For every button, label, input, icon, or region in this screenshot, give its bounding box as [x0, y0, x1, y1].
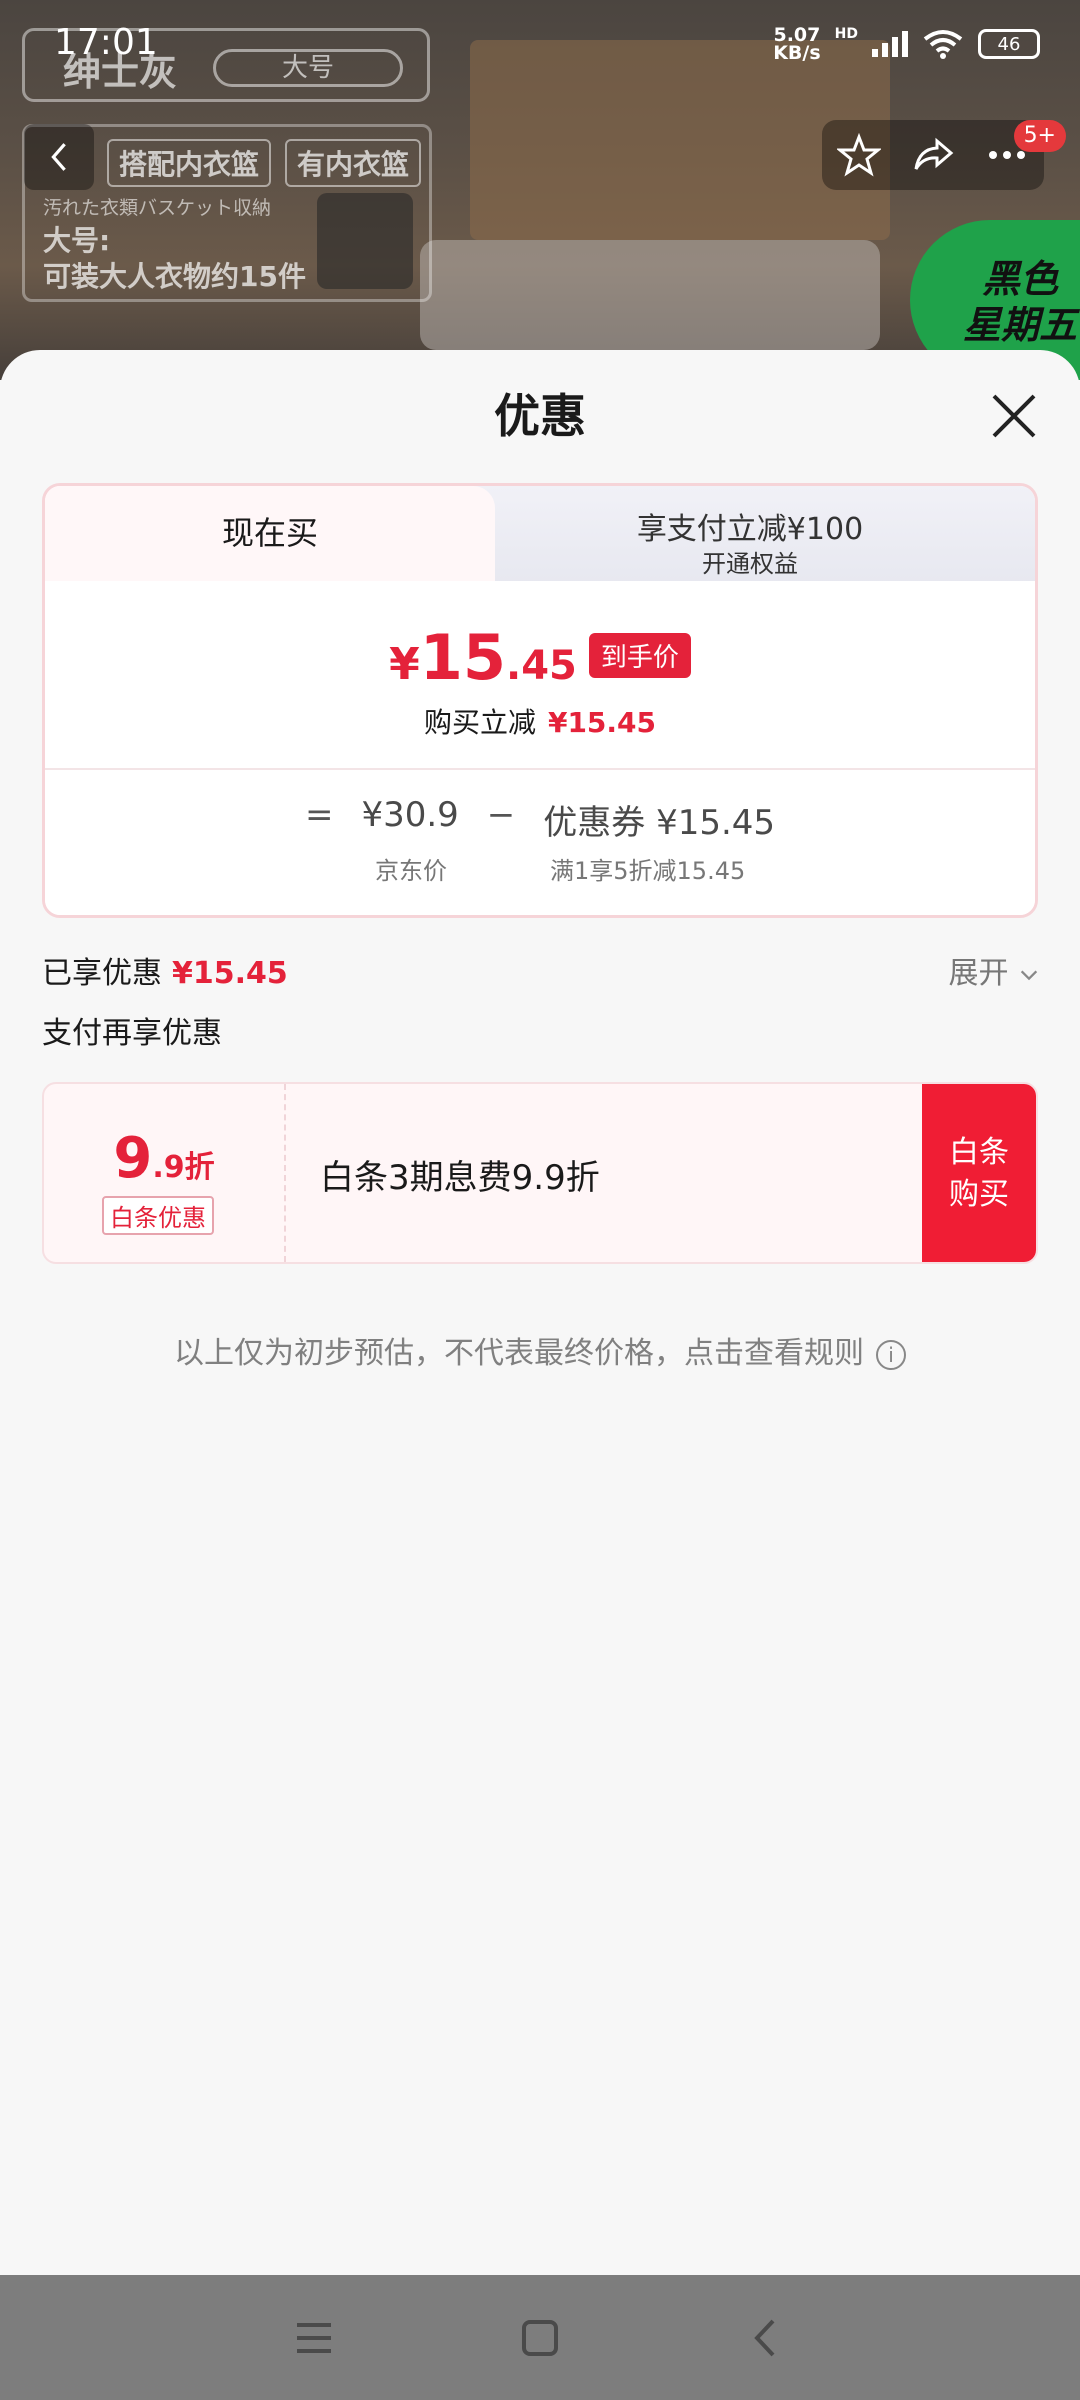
divider: [45, 768, 1035, 770]
close-icon[interactable]: [988, 390, 1040, 442]
chevron-left-icon: [51, 143, 66, 171]
coupon-value: 优惠券 ¥15.45: [543, 803, 776, 843]
battery-icon: 46: [978, 29, 1040, 59]
expand-button[interactable]: 展开: [948, 948, 1040, 992]
star-icon[interactable]: [837, 133, 881, 177]
network-speed: 5.07 KB/s: [773, 24, 821, 64]
final-price-tag: 到手价: [588, 633, 691, 678]
hd-indicator: HD: [834, 26, 858, 42]
final-price: ¥15.45 到手价: [45, 621, 1035, 694]
baitiao-coupon[interactable]: 9.9折 白条优惠 白条3期息费9.9折 白条 购买: [42, 1082, 1038, 1264]
price-formula: = ¥30.9 − 优惠券 ¥15.45: [304, 795, 776, 843]
sheet-title: 优惠: [494, 389, 586, 443]
info-icon: i: [876, 1339, 906, 1370]
jd-price: ¥30.9: [361, 795, 459, 835]
coupon-label: 满1享5折减15.45: [550, 857, 746, 885]
tab-pay-discount[interactable]: 享支付立减¥100 开通权益: [465, 486, 1035, 584]
variant-pill-2: 有内衣篮: [285, 139, 422, 187]
color-size-label: 绅士灰 大号: [22, 28, 430, 102]
pay-more-title: 支付再享优惠: [42, 1016, 222, 1051]
purchase-reduction: 购买立减 ¥15.45: [423, 706, 657, 739]
variant-pill-1: 搭配内衣篮: [107, 139, 272, 187]
system-nav-bar: [0, 2275, 1080, 2400]
discount-sheet: 优惠 享支付立减¥100 开通权益 现在买 ¥15.45 到手价 购买立减 ¥15…: [0, 350, 1080, 2275]
product-thumbnail: [317, 193, 413, 289]
back-button[interactable]: [24, 124, 94, 190]
rules-link[interactable]: 以上仅为初步预估，不代表最终价格，点击查看规则 i: [0, 1328, 1080, 1372]
notification-badge: 5+: [1013, 120, 1066, 152]
back-nav-icon[interactable]: [743, 2315, 789, 2361]
product-capacity: 大号: 可装大人衣物约15件: [43, 224, 306, 293]
price-card: 享支付立减¥100 开通权益 现在买 ¥15.45 到手价 购买立减 ¥15.45…: [42, 483, 1038, 918]
home-icon[interactable]: [517, 2315, 563, 2361]
baitiao-buy-button[interactable]: 白条 购买: [922, 1084, 1036, 1262]
tab-buy-now[interactable]: 现在买: [45, 486, 495, 584]
coupon-tag: 白条优惠: [102, 1196, 214, 1235]
share-icon[interactable]: [911, 133, 955, 177]
wifi-icon: [923, 30, 963, 59]
status-bar-right: 5.07 KB/s HD 46: [773, 24, 1040, 64]
price-card-body: ¥15.45 到手价 购买立减 ¥15.45 = ¥30.9 − 优惠券 ¥15.…: [45, 581, 1035, 915]
enjoyed-discount: 已享优惠 ¥15.45: [42, 956, 288, 991]
coupon-discount-area: 9.9折 白条优惠: [44, 1084, 286, 1262]
chevron-down-icon: [1020, 970, 1038, 980]
signal-icon: [872, 31, 908, 57]
jd-price-label: 京东价: [375, 857, 447, 885]
top-action-bar: [822, 120, 1044, 190]
product-jp-text: 汚れた衣類バスケット収納: [43, 197, 272, 219]
menu-icon[interactable]: [291, 2315, 337, 2361]
product-basket-image: [420, 240, 880, 350]
coupon-description: 白条3期息费9.9折: [320, 1158, 600, 1198]
